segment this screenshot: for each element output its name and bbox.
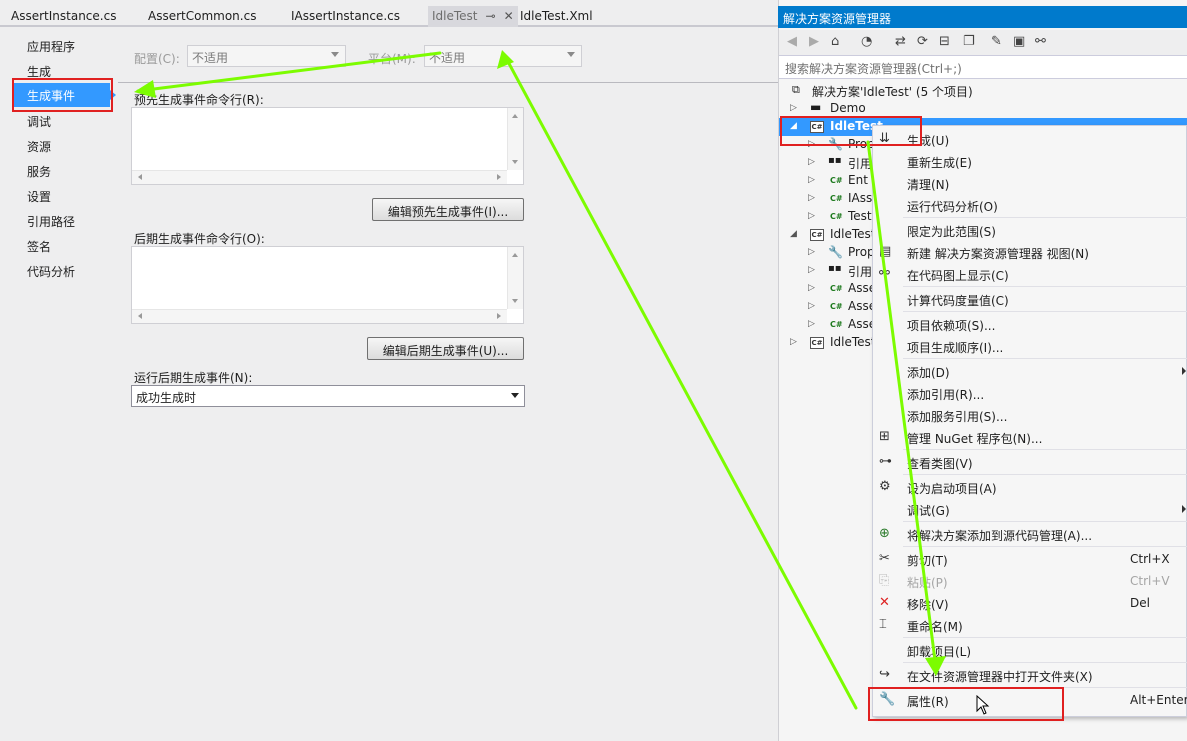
arrow-to-properties	[866, 140, 938, 670]
arrowhead-build-events	[134, 80, 156, 98]
annotation-arrows	[134, 50, 946, 710]
arrow-to-build-events	[136, 51, 442, 93]
arrow-to-idletest-tab	[504, 56, 858, 710]
arrowhead-properties	[925, 656, 946, 676]
